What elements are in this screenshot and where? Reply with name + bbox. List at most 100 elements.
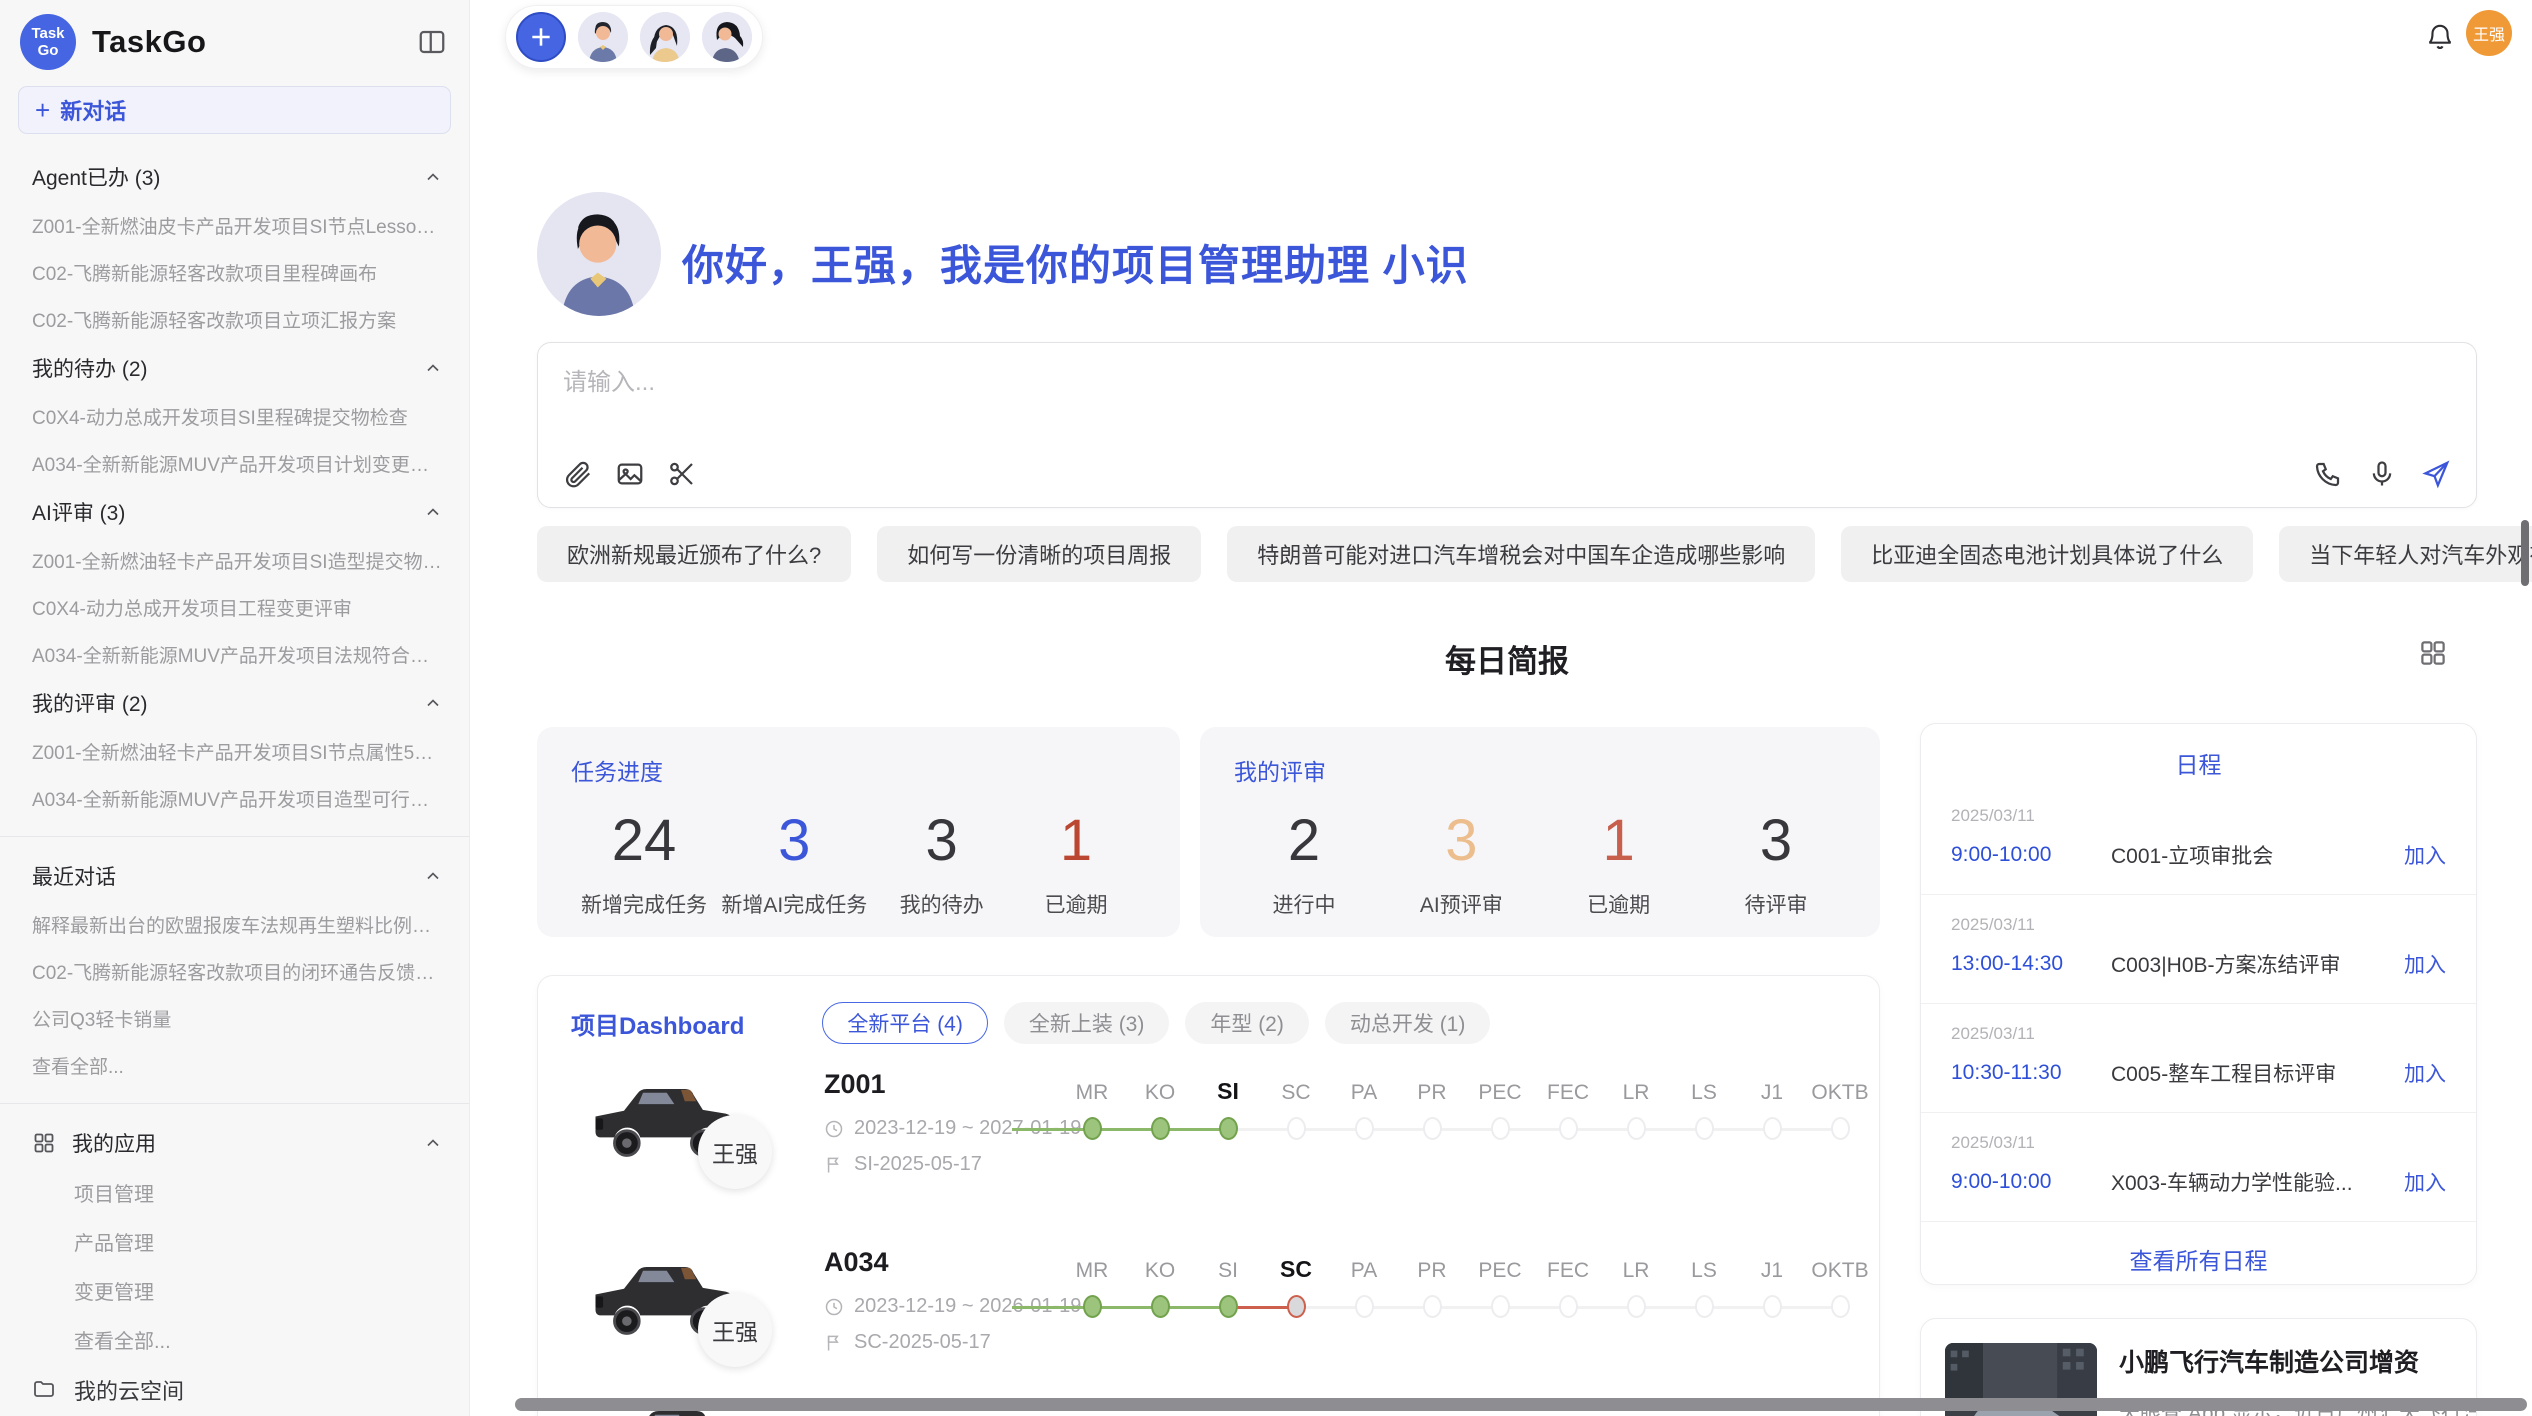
app-logo: Task Go xyxy=(20,14,76,70)
project-row[interactable]: 王强 A034 2023-12-19 ~ 2026-01-19 SC-2025-… xyxy=(538,1239,1880,1416)
app-root: Task Go TaskGo + 新对话 Agent已办 (3) Z001-全新… xyxy=(0,0,2532,1416)
group-header-my-apps[interactable]: 我的应用 xyxy=(0,1118,469,1168)
chevron-up-icon[interactable] xyxy=(423,866,443,886)
milestone-dot xyxy=(1763,1295,1782,1318)
new-chat-button[interactable]: + 新对话 xyxy=(18,86,451,134)
schedule-name: C003|H0B-方案冻结评审 xyxy=(2111,949,2390,979)
tab-year-model[interactable]: 年型 (2) xyxy=(1185,1002,1309,1044)
sidebar-item[interactable]: C0X4-动力总成开发项目工程变更评审 xyxy=(0,584,469,631)
project-dashboard-card: 项目Dashboard 全新平台 (4) 全新上装 (3) 年型 (2) 动总开… xyxy=(537,975,1880,1416)
join-link[interactable]: 加入 xyxy=(2404,949,2446,979)
chevron-up-icon[interactable] xyxy=(423,1133,443,1153)
clock-icon xyxy=(824,1119,844,1139)
sidebar-item[interactable]: C02-飞腾新能源轻客改款项目的闭环通告反馈情况 xyxy=(0,948,469,995)
notification-bell-icon[interactable] xyxy=(2425,22,2455,52)
suggestion-chips: 欧洲新规最近颁布了什么? 如何写一份清晰的项目周报 特朗普可能对进口汽车增税会对… xyxy=(537,526,2532,582)
sidebar-item[interactable]: 解释最新出台的欧盟报废车法规再生塑料比例被调至15%... xyxy=(0,901,469,948)
app-item-project-mgmt[interactable]: 项目管理 xyxy=(0,1168,469,1217)
tab-powertrain[interactable]: 动总开发 (1) xyxy=(1325,1002,1491,1044)
milestone-dot xyxy=(1151,1117,1170,1140)
assistant-avatar xyxy=(537,192,661,316)
schedule-name: X003-车辆动力学性能验... xyxy=(2111,1167,2390,1197)
sidebar-item[interactable]: A034-全新新能源MUV产品开发项目计划变更表编写 xyxy=(0,440,469,487)
sidebar-item[interactable]: 公司Q3轻卡销量 xyxy=(0,995,469,1042)
cloud-space-label: 我的云空间 xyxy=(74,1374,184,1406)
milestone-chain: MR KO SI SC PA PR PEC FEC LR LS J1 OKTB xyxy=(1058,1253,1874,1318)
join-link[interactable]: 加入 xyxy=(2404,1058,2446,1088)
apps-grid-icon xyxy=(32,1131,56,1155)
app-item-change-mgmt[interactable]: 变更管理 xyxy=(0,1266,469,1315)
view-all-apps[interactable]: 查看全部... xyxy=(0,1315,469,1364)
stat-new-done: 24 新增完成任务 xyxy=(581,809,707,919)
milestone-dot xyxy=(1559,1117,1578,1140)
suggestion-chip[interactable]: 欧洲新规最近颁布了什么? xyxy=(537,526,851,582)
milestone-dot xyxy=(1831,1295,1850,1318)
group-header-ai-review[interactable]: AI评审 (3) xyxy=(0,487,469,537)
chevron-up-icon[interactable] xyxy=(423,358,443,378)
send-icon[interactable] xyxy=(2421,459,2451,489)
milestone-dot xyxy=(1695,1295,1714,1318)
sidebar-item[interactable]: C02-飞腾新能源轻客改款项目立项汇报方案 xyxy=(0,296,469,343)
schedule-time: 13:00-14:30 xyxy=(1951,952,2111,976)
image-icon[interactable] xyxy=(615,459,645,489)
group-header-my-todo[interactable]: 我的待办 (2) xyxy=(0,343,469,393)
chevron-up-icon[interactable] xyxy=(423,693,443,713)
member-avatar[interactable] xyxy=(640,12,690,62)
milestone-dot xyxy=(1083,1295,1102,1318)
join-link[interactable]: 加入 xyxy=(2404,840,2446,870)
sidebar-item[interactable]: C02-飞腾新能源轻客改款项目里程碑画布 xyxy=(0,249,469,296)
sidebar-item[interactable]: C0X4-动力总成开发项目SI里程碑提交物检查 xyxy=(0,393,469,440)
project-row[interactable]: 王强 Z001 2023-12-19 ~ 2027-01-19 SI-2025-… xyxy=(538,1061,1880,1239)
member-avatar[interactable] xyxy=(702,12,752,62)
group-header-agent-done[interactable]: Agent已办 (3) xyxy=(0,152,469,202)
sidebar-item[interactable]: A034-全新新能源MUV产品开发项目法规符合性评审 xyxy=(0,631,469,678)
layout-grid-icon[interactable] xyxy=(2418,638,2448,668)
milestone-dot xyxy=(1219,1295,1238,1318)
sidebar-item-cloud-space[interactable]: 我的云空间 xyxy=(0,1364,469,1416)
suggestion-chip[interactable]: 特朗普可能对进口汽车增税会对中国车企造成哪些影响 xyxy=(1227,526,1815,582)
sidebar-item[interactable]: Z001-全新燃油皮卡产品开发项目SI节点Lesson Learn报告 xyxy=(0,202,469,249)
scissors-icon[interactable] xyxy=(667,459,697,489)
milestone-dot xyxy=(1627,1117,1646,1140)
phone-icon[interactable] xyxy=(2313,459,2343,489)
task-progress-title: 任务进度 xyxy=(571,753,1146,787)
suggestion-chip[interactable]: 当下年轻人对汽车外观有怎样的喜好趋势 xyxy=(2279,526,2532,582)
app-item-product-mgmt[interactable]: 产品管理 xyxy=(0,1217,469,1266)
view-all-recent[interactable]: 查看全部... xyxy=(0,1042,469,1089)
group-header-my-review[interactable]: 我的评审 (2) xyxy=(0,678,469,728)
vertical-scrollbar[interactable] xyxy=(2521,520,2529,586)
user-avatar[interactable]: 王强 xyxy=(2466,10,2512,56)
horizontal-scrollbar[interactable] xyxy=(515,1398,2527,1411)
sidebar-collapse-icon[interactable] xyxy=(415,25,449,59)
schedule-time: 9:00-10:00 xyxy=(1951,843,2111,867)
view-all-schedule-link[interactable]: 查看所有日程 xyxy=(1921,1222,2476,1285)
milestone-dot xyxy=(1287,1117,1306,1140)
group-label: Agent已办 (3) xyxy=(32,162,160,192)
sidebar-item[interactable]: Z001-全新燃油轻卡产品开发项目SI节点属性5D文件评审 xyxy=(0,728,469,775)
sidebar-item[interactable]: Z001-全新燃油轻卡产品开发项目SI造型提交物评审 xyxy=(0,537,469,584)
member-avatar[interactable] xyxy=(578,12,628,62)
chevron-up-icon[interactable] xyxy=(423,167,443,187)
group-header-recent[interactable]: 最近对话 xyxy=(0,851,469,901)
attach-icon[interactable] xyxy=(563,459,593,489)
logo-line1: Task xyxy=(31,25,64,42)
schedule-card: 日程 2025/03/11 9:00-10:00 C001-立项审批会 加入 2… xyxy=(1920,723,2477,1285)
chat-input[interactable] xyxy=(563,363,1963,403)
suggestion-chip[interactable]: 比亚迪全固态电池计划具体说了什么 xyxy=(1841,526,2253,582)
add-member-button[interactable] xyxy=(516,12,566,62)
sidebar-item[interactable]: A034-全新新能源MUV产品开发项目造型可行性评审 xyxy=(0,775,469,822)
suggestion-chip[interactable]: 如何写一份清晰的项目周报 xyxy=(877,526,1201,582)
tab-new-platform[interactable]: 全新平台 (4) xyxy=(822,1002,988,1044)
sidebar-header: Task Go TaskGo xyxy=(0,0,469,80)
schedule-date: 2025/03/11 xyxy=(1951,1133,2446,1153)
stat-my-todo: 3 我的待办 xyxy=(882,809,1002,919)
mic-icon[interactable] xyxy=(2367,459,2397,489)
milestone-chain: MR KO SI SC PA PR PEC FEC LR LS J1 OKTB xyxy=(1058,1075,1874,1140)
sidebar: Task Go TaskGo + 新对话 Agent已办 (3) Z001-全新… xyxy=(0,0,470,1416)
join-link[interactable]: 加入 xyxy=(2404,1167,2446,1197)
milestone-dot xyxy=(1423,1117,1442,1140)
chevron-up-icon[interactable] xyxy=(423,502,443,522)
tab-new-body[interactable]: 全新上装 (3) xyxy=(1004,1002,1170,1044)
schedule-date: 2025/03/11 xyxy=(1951,806,2446,826)
clock-icon xyxy=(824,1297,844,1317)
